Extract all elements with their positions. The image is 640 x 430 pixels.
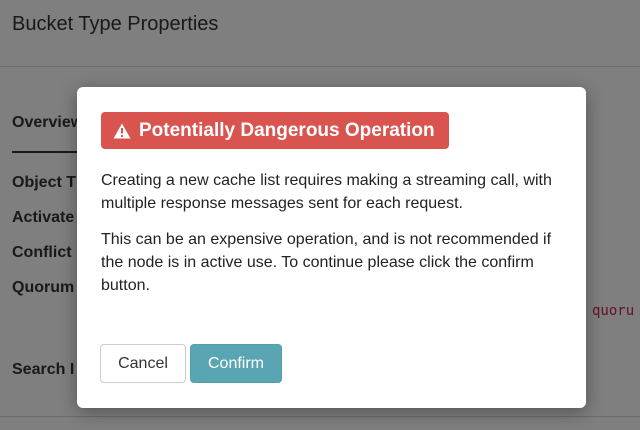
confirm-button[interactable]: Confirm bbox=[190, 344, 282, 383]
dialog-message-1: Creating a new cache list requires makin… bbox=[101, 172, 552, 212]
confirm-dialog: Potentially Dangerous Operation Creating… bbox=[77, 87, 586, 408]
danger-title-badge: Potentially Dangerous Operation bbox=[101, 112, 449, 149]
cancel-button[interactable]: Cancel bbox=[100, 344, 186, 383]
dialog-title: Potentially Dangerous Operation bbox=[139, 119, 435, 141]
warning-triangle-icon bbox=[113, 123, 131, 139]
dialog-message-2: This can be an expensive operation, and … bbox=[101, 231, 552, 294]
